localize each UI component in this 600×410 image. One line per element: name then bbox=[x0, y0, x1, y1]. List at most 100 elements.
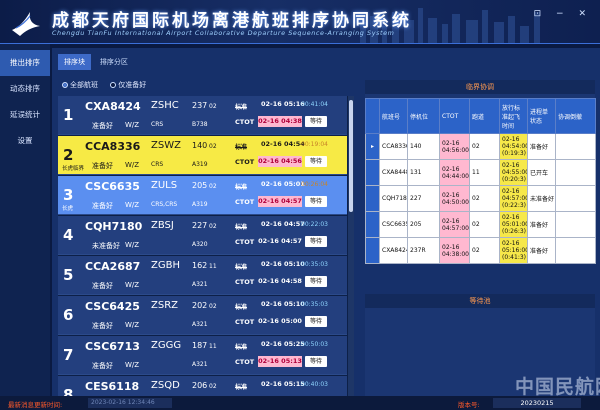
sidebar-item-delay-stats[interactable]: 延误统计 bbox=[0, 102, 50, 128]
flight-standard: 标准 bbox=[235, 144, 248, 151]
flight-ctot-label: CTOT bbox=[235, 238, 255, 246]
coord-col-header: 航班号 bbox=[379, 98, 408, 134]
flight-stand: 202 bbox=[192, 301, 208, 310]
flight-tag: 长虎 bbox=[62, 206, 74, 212]
flight-card[interactable]: 3 长虎 CSC6635 ZULS 205 02 准备好 W/Z CRS,CRS A319 标准 02… bbox=[58, 176, 347, 215]
wait-button[interactable]: 等待 bbox=[305, 356, 327, 367]
flight-card[interactable]: 6 CSC6425 ZSRZ 202 02 准备好 W/Z A321 标准 02-16 05:10… bbox=[58, 296, 347, 335]
flight-list[interactable]: 8 CES6118 ZSQD 206 02 标准 02-16 05:15 00:40:03 7 C… bbox=[58, 96, 354, 396]
coord-cell-selector[interactable] bbox=[365, 211, 380, 238]
flight-countdown: 00:35:03 bbox=[301, 301, 328, 308]
coord-col-header: 进程单状态 bbox=[527, 98, 556, 134]
coord-cell-selector[interactable]: ▸ bbox=[365, 133, 380, 160]
flight-ctot-label: CTOT bbox=[235, 278, 255, 286]
flight-crs: CRS bbox=[151, 161, 164, 168]
version-label: 版本号: bbox=[458, 401, 480, 409]
flight-aircraft: A321 bbox=[192, 321, 208, 328]
flight-countdown: 00:40:03 bbox=[301, 381, 328, 388]
flight-aircraft: A321 bbox=[192, 281, 208, 288]
app-title: 成都天府国际机场离港航班排序协同系统 bbox=[52, 11, 412, 31]
coord-row[interactable]: CXA8424 237R 02-16 04:38:00 02 02-16 05:16:0… bbox=[365, 237, 596, 264]
coord-cell-call: CQH7180 bbox=[379, 185, 408, 212]
wait-button[interactable]: 等待 bbox=[305, 316, 327, 327]
main-area: 排序块 排序分区 全部航班 仅准备好 8 CES6118 ZSQD 206 02 标准 02… bbox=[52, 48, 600, 396]
coord-row[interactable]: CXA8448 131 02-16 04:44:00 11 02-16 04:55:00… bbox=[365, 159, 596, 186]
flight-runway: 11 bbox=[209, 343, 217, 350]
coord-cell-status: 未准备好 bbox=[527, 185, 556, 212]
radio-ready-only[interactable]: 仅准备好 bbox=[110, 80, 146, 90]
flight-runway: 11 bbox=[209, 263, 217, 270]
radio-all-flights[interactable]: 全部航班 bbox=[62, 80, 98, 90]
flight-wz: W/Z bbox=[125, 161, 140, 169]
flight-ctot-time: 02-16 04:38 bbox=[258, 116, 302, 127]
coord-cell-status: 已开车 bbox=[527, 159, 556, 186]
flight-target-time: 02-16 05:16 bbox=[261, 100, 305, 108]
flight-stand: 206 bbox=[192, 381, 208, 390]
wait-button[interactable]: 等待 bbox=[305, 276, 327, 287]
flight-registration: ZBSJ bbox=[151, 220, 174, 231]
flight-card[interactable]: 4 CQH7180 ZBSJ 227 02 未准备好 W/Z A320 标准 02-16 04:5… bbox=[58, 216, 347, 255]
wait-button[interactable]: 等待 bbox=[305, 196, 327, 207]
coord-row[interactable]: CQH718022702-16 04:50:000202-16 04:57:00… bbox=[365, 185, 596, 212]
coord-cell-rwy: 02 bbox=[469, 211, 500, 238]
coord-cell-rwy: 11 bbox=[469, 159, 500, 186]
flight-standard: 标准 bbox=[235, 264, 248, 271]
coord-cell-rwy: 02 bbox=[469, 237, 500, 264]
flight-callsign: CCA2687 bbox=[85, 260, 141, 273]
tab-sequence-block[interactable]: 排序块 bbox=[58, 54, 91, 70]
flight-standard: 标准 bbox=[235, 104, 248, 111]
flight-runway: 02 bbox=[209, 303, 217, 310]
flight-target-time: 02-16 05:25 bbox=[261, 340, 305, 348]
flight-countdown: 00:41:04 bbox=[301, 101, 328, 108]
coord-cell-call: CXA8424 bbox=[379, 237, 408, 264]
flight-target-time: 02-16 04:57 bbox=[261, 220, 305, 228]
coord-row[interactable]: CSC6635 205 02-16 04:57:00 02 02-16 05:01:00… bbox=[365, 211, 596, 238]
wait-button[interactable]: 等待 bbox=[305, 116, 327, 127]
flight-countdown: 00:22:03 bbox=[301, 221, 328, 228]
flight-card[interactable]: 2 长虎临界 CCA8336 ZSWZ 140 02 准备好 W/Z CRS A319 标准 02-1… bbox=[58, 136, 347, 175]
tab-sequence-zone[interactable]: 排序分区 bbox=[94, 54, 134, 70]
flight-ctot-label: CTOT bbox=[235, 198, 255, 206]
flight-ctot-label: CTOT bbox=[235, 158, 255, 166]
wait-pool-title: 等待池 bbox=[365, 294, 595, 308]
coordination-panel-title: 临界协调 bbox=[365, 80, 595, 94]
flight-card[interactable]: 7 CSC6713 ZGGG 187 11 准备好 W/Z A321 标准 02-16 05:25… bbox=[58, 336, 347, 375]
flight-callsign: CSC6713 bbox=[85, 340, 140, 353]
window-controls[interactable]: ⊡ − ✕ bbox=[534, 9, 592, 19]
flight-card[interactable]: 5 CCA2687 ZGBH 162 11 准备好 W/Z A321 标准 02-16 05:10… bbox=[58, 256, 347, 295]
flight-card[interactable]: 1 CXA8424 ZSHC 237 02 准备好 W/Z CRS B738 标准 02-16 05… bbox=[58, 96, 347, 135]
app-subtitle: Chengdu TianFu International Airport Col… bbox=[52, 29, 395, 37]
flight-callsign: CXA8424 bbox=[85, 100, 141, 113]
flight-tag: 长虎临界 bbox=[62, 166, 85, 172]
flight-registration: ZULS bbox=[151, 180, 178, 191]
coord-cell-selector[interactable] bbox=[365, 237, 380, 264]
coord-col-header: 跑道 bbox=[469, 98, 500, 134]
scrollbar-thumb[interactable] bbox=[349, 100, 353, 212]
flight-ctot-time: 02-16 04:57 bbox=[258, 237, 302, 245]
coord-cell-status: 准备好 bbox=[527, 237, 556, 264]
flight-registration: ZSHC bbox=[151, 100, 179, 111]
radio-checked-icon bbox=[62, 82, 68, 88]
wait-button[interactable]: 等待 bbox=[305, 156, 327, 167]
flight-runway: 02 bbox=[209, 223, 217, 230]
coord-cell-selector[interactable] bbox=[365, 159, 380, 186]
coord-cell-stand: 205 bbox=[407, 211, 440, 238]
sidebar-item-dynamic-sequence[interactable]: 动态排序 bbox=[0, 76, 50, 102]
flight-registration: ZSWZ bbox=[151, 140, 181, 151]
flight-wz: W/Z bbox=[125, 121, 140, 129]
coord-cell-selector[interactable] bbox=[365, 185, 380, 212]
coord-cell-rwy: 02 bbox=[469, 185, 500, 212]
sidebar-item-pushback-sequence[interactable]: 推出排序 bbox=[0, 50, 50, 76]
wait-button[interactable]: 等待 bbox=[305, 236, 327, 247]
coord-row[interactable]: ▸ CCA8336 140 02-16 04:56:00 02 02-16 04:54:0… bbox=[365, 133, 596, 160]
last-update-label: 最新消息更新时间: bbox=[8, 401, 63, 409]
app-header: 成都天府国际机场离港航班排序协同系统 Chengdu TianFu Intern… bbox=[0, 0, 600, 44]
coord-cell-coord bbox=[555, 159, 596, 186]
flight-card[interactable]: 8 CES6118 ZSQD 206 02 标准 02-16 05:15 00:40:03 bbox=[58, 376, 347, 396]
flight-registration: ZGBH bbox=[151, 260, 180, 271]
flight-registration: ZGGG bbox=[151, 340, 182, 351]
flight-list-scrollbar[interactable] bbox=[348, 96, 354, 396]
flight-target-time: 02-16 05:01 bbox=[261, 180, 305, 188]
coord-cell-stand: 140 bbox=[407, 133, 440, 160]
sidebar-item-settings[interactable]: 设置 bbox=[0, 128, 50, 154]
